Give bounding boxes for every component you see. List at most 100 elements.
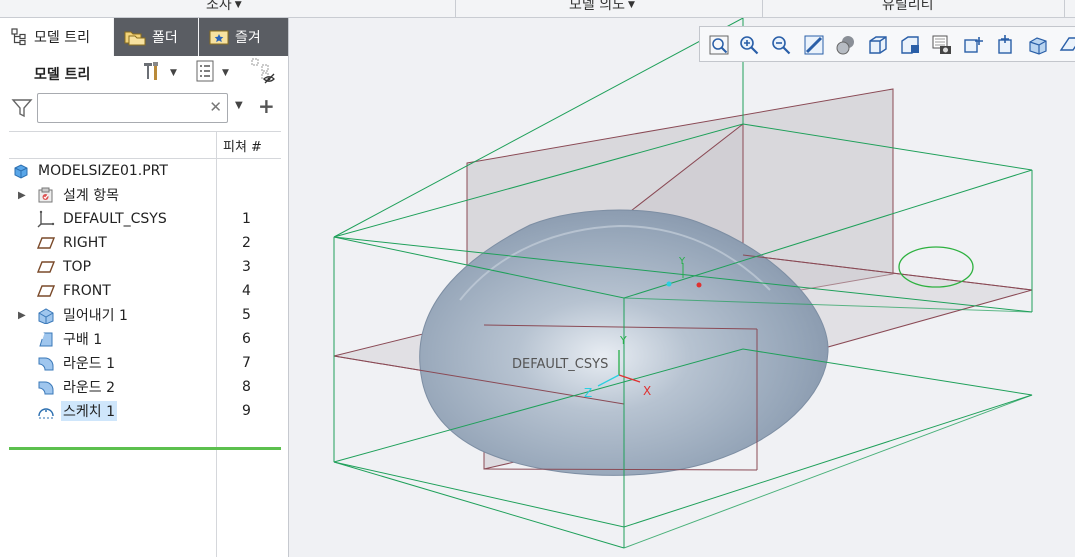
tree-item-sketch[interactable]: 스케치 1 9 bbox=[0, 399, 288, 423]
graphics-toolbar bbox=[699, 26, 1075, 62]
chevron-down-icon[interactable]: ▼ bbox=[235, 100, 243, 111]
ribbon-separator bbox=[1064, 0, 1065, 17]
section-button[interactable] bbox=[1059, 34, 1075, 56]
chevron-down-icon: ▼ bbox=[627, 0, 635, 10]
tab-favorites[interactable]: 즐겨 bbox=[199, 18, 288, 56]
csys-icon bbox=[37, 210, 55, 228]
sketch-icon bbox=[37, 402, 55, 420]
perspective-button[interactable] bbox=[931, 34, 953, 56]
column-feature-number[interactable]: 피쳐 # bbox=[223, 136, 262, 155]
favorites-icon bbox=[209, 28, 229, 46]
display-style-icon bbox=[836, 36, 854, 55]
tree-item-round-1[interactable]: 라운드 1 7 bbox=[0, 351, 288, 375]
model-tree-icon bbox=[10, 28, 28, 46]
tree-item-right[interactable]: RIGHT 2 bbox=[0, 231, 288, 255]
chevron-down-icon: ▼ bbox=[234, 0, 242, 10]
tree-settings-button[interactable]: ▼ bbox=[140, 60, 177, 86]
tree-item-draft[interactable]: 구배 1 6 bbox=[0, 327, 288, 351]
show-menu-button[interactable]: ▼ bbox=[194, 60, 229, 86]
saved-orientations-button[interactable] bbox=[867, 34, 889, 56]
view-manager-icon bbox=[901, 36, 919, 54]
ribbon-group-model-intent[interactable]: 모델 의도 ▼ bbox=[569, 0, 635, 14]
spin-center-icon bbox=[1029, 37, 1047, 55]
tree-item-label: 라운드 2 bbox=[63, 380, 115, 396]
insert-here-indicator[interactable] bbox=[9, 447, 281, 450]
tree-item-extrude[interactable]: ▶ 밀어내기 1 5 bbox=[0, 303, 288, 327]
feature-number: 7 bbox=[242, 355, 251, 371]
tree-item-design-items[interactable]: ▶ 설계 항목 bbox=[0, 183, 288, 207]
repaint-icon bbox=[804, 35, 824, 55]
refit-button[interactable] bbox=[708, 34, 730, 56]
design-items-icon bbox=[37, 186, 55, 204]
part-icon bbox=[12, 162, 30, 180]
zoom-in-button[interactable] bbox=[738, 34, 760, 56]
tree-item-label: 스케치 1 bbox=[61, 401, 117, 421]
tree-column-header: 피쳐 # bbox=[9, 131, 281, 159]
datum-display-icon bbox=[964, 37, 983, 53]
saved-orientations-icon bbox=[869, 36, 887, 54]
feature-number: 3 bbox=[242, 259, 251, 275]
feature-number: 8 bbox=[242, 379, 251, 395]
model-tree-header: 모델 트리 ▼ ▼ bbox=[0, 56, 288, 90]
zoom-out-icon bbox=[772, 36, 791, 55]
csys-label: DEFAULT_CSYS bbox=[512, 357, 608, 372]
round-icon bbox=[37, 354, 55, 372]
ribbon-group-label: 유틸리티 bbox=[882, 0, 934, 13]
expand-icon[interactable]: ▶ bbox=[18, 190, 26, 201]
datum-plane-icon bbox=[37, 282, 55, 300]
section-icon bbox=[1059, 37, 1075, 51]
tree-item-top[interactable]: TOP 3 bbox=[0, 255, 288, 279]
model-scene[interactable]: Y Y X Z DEFAULT_CSYS bbox=[290, 18, 1075, 557]
perspective-icon bbox=[932, 35, 951, 54]
repaint-button[interactable] bbox=[803, 34, 825, 56]
tree-item-default-csys[interactable]: DEFAULT_CSYS 1 bbox=[0, 207, 288, 231]
datum-edge bbox=[483, 468, 758, 471]
feature-number: 4 bbox=[242, 283, 251, 299]
tree-item-round-2[interactable]: 라운드 2 8 bbox=[0, 375, 288, 399]
tree-item-part[interactable]: MODELSIZE01.PRT bbox=[0, 159, 288, 183]
zoom-out-button[interactable] bbox=[770, 34, 792, 56]
tree-item-label: FRONT bbox=[63, 283, 111, 299]
hidden-items-button[interactable] bbox=[250, 57, 278, 89]
tree-search-row: ✕ ▼ + bbox=[0, 92, 288, 128]
feature-number: 1 bbox=[242, 211, 251, 227]
feature-number: 5 bbox=[242, 307, 251, 323]
annotation-display-button[interactable] bbox=[995, 34, 1017, 56]
hidden-items-icon bbox=[250, 57, 278, 89]
tree-search-box: ✕ bbox=[37, 93, 228, 123]
ribbon-group-utilities[interactable]: 유틸리티 bbox=[882, 0, 934, 14]
tab-model-tree[interactable]: 모델 트리 bbox=[0, 18, 113, 56]
annotation-display-icon bbox=[998, 35, 1012, 54]
expand-icon[interactable]: ▶ bbox=[18, 310, 26, 321]
ribbon-group-label: 모델 의도 bbox=[569, 0, 625, 13]
datum-plane-icon bbox=[37, 258, 55, 276]
chevron-down-icon: ▼ bbox=[170, 68, 177, 78]
tab-label: 모델 트리 bbox=[34, 30, 90, 46]
tools-icon bbox=[140, 59, 164, 87]
datum-display-button[interactable] bbox=[963, 34, 985, 56]
tree-search-input[interactable] bbox=[42, 98, 206, 120]
feature-number: 9 bbox=[242, 403, 251, 419]
feature-number: 6 bbox=[242, 331, 251, 347]
axis-label-z: Z bbox=[584, 386, 592, 400]
ribbon-separator bbox=[762, 0, 763, 17]
add-icon[interactable]: + bbox=[258, 94, 275, 118]
clear-icon[interactable]: ✕ bbox=[209, 98, 222, 116]
ribbon-group-investigate[interactable]: 조사 ▼ bbox=[206, 0, 242, 14]
tab-label: 폴더 bbox=[152, 30, 178, 46]
tab-folder[interactable]: 폴더 bbox=[114, 18, 198, 56]
display-style-button[interactable] bbox=[835, 34, 857, 56]
tree-item-label: MODELSIZE01.PRT bbox=[38, 163, 168, 179]
filter-icon[interactable] bbox=[11, 97, 33, 123]
spin-center-button[interactable] bbox=[1027, 34, 1049, 56]
view-manager-button[interactable] bbox=[899, 34, 921, 56]
list-icon bbox=[194, 59, 216, 87]
navigator-tabs: 모델 트리 폴더 즐겨 bbox=[0, 18, 288, 56]
model-tree-title: 모델 트리 bbox=[34, 67, 91, 83]
tree-item-label: TOP bbox=[63, 259, 92, 275]
draft-icon bbox=[37, 330, 55, 348]
tree-item-label: DEFAULT_CSYS bbox=[63, 211, 167, 227]
refit-icon bbox=[709, 35, 729, 55]
navigator-panel: 모델 트리 폴더 즐겨 모델 트리 ▼ ▼ ✕ ▼ + 피쳐 # MODELSI… bbox=[0, 18, 289, 557]
tree-item-front[interactable]: FRONT 4 bbox=[0, 279, 288, 303]
